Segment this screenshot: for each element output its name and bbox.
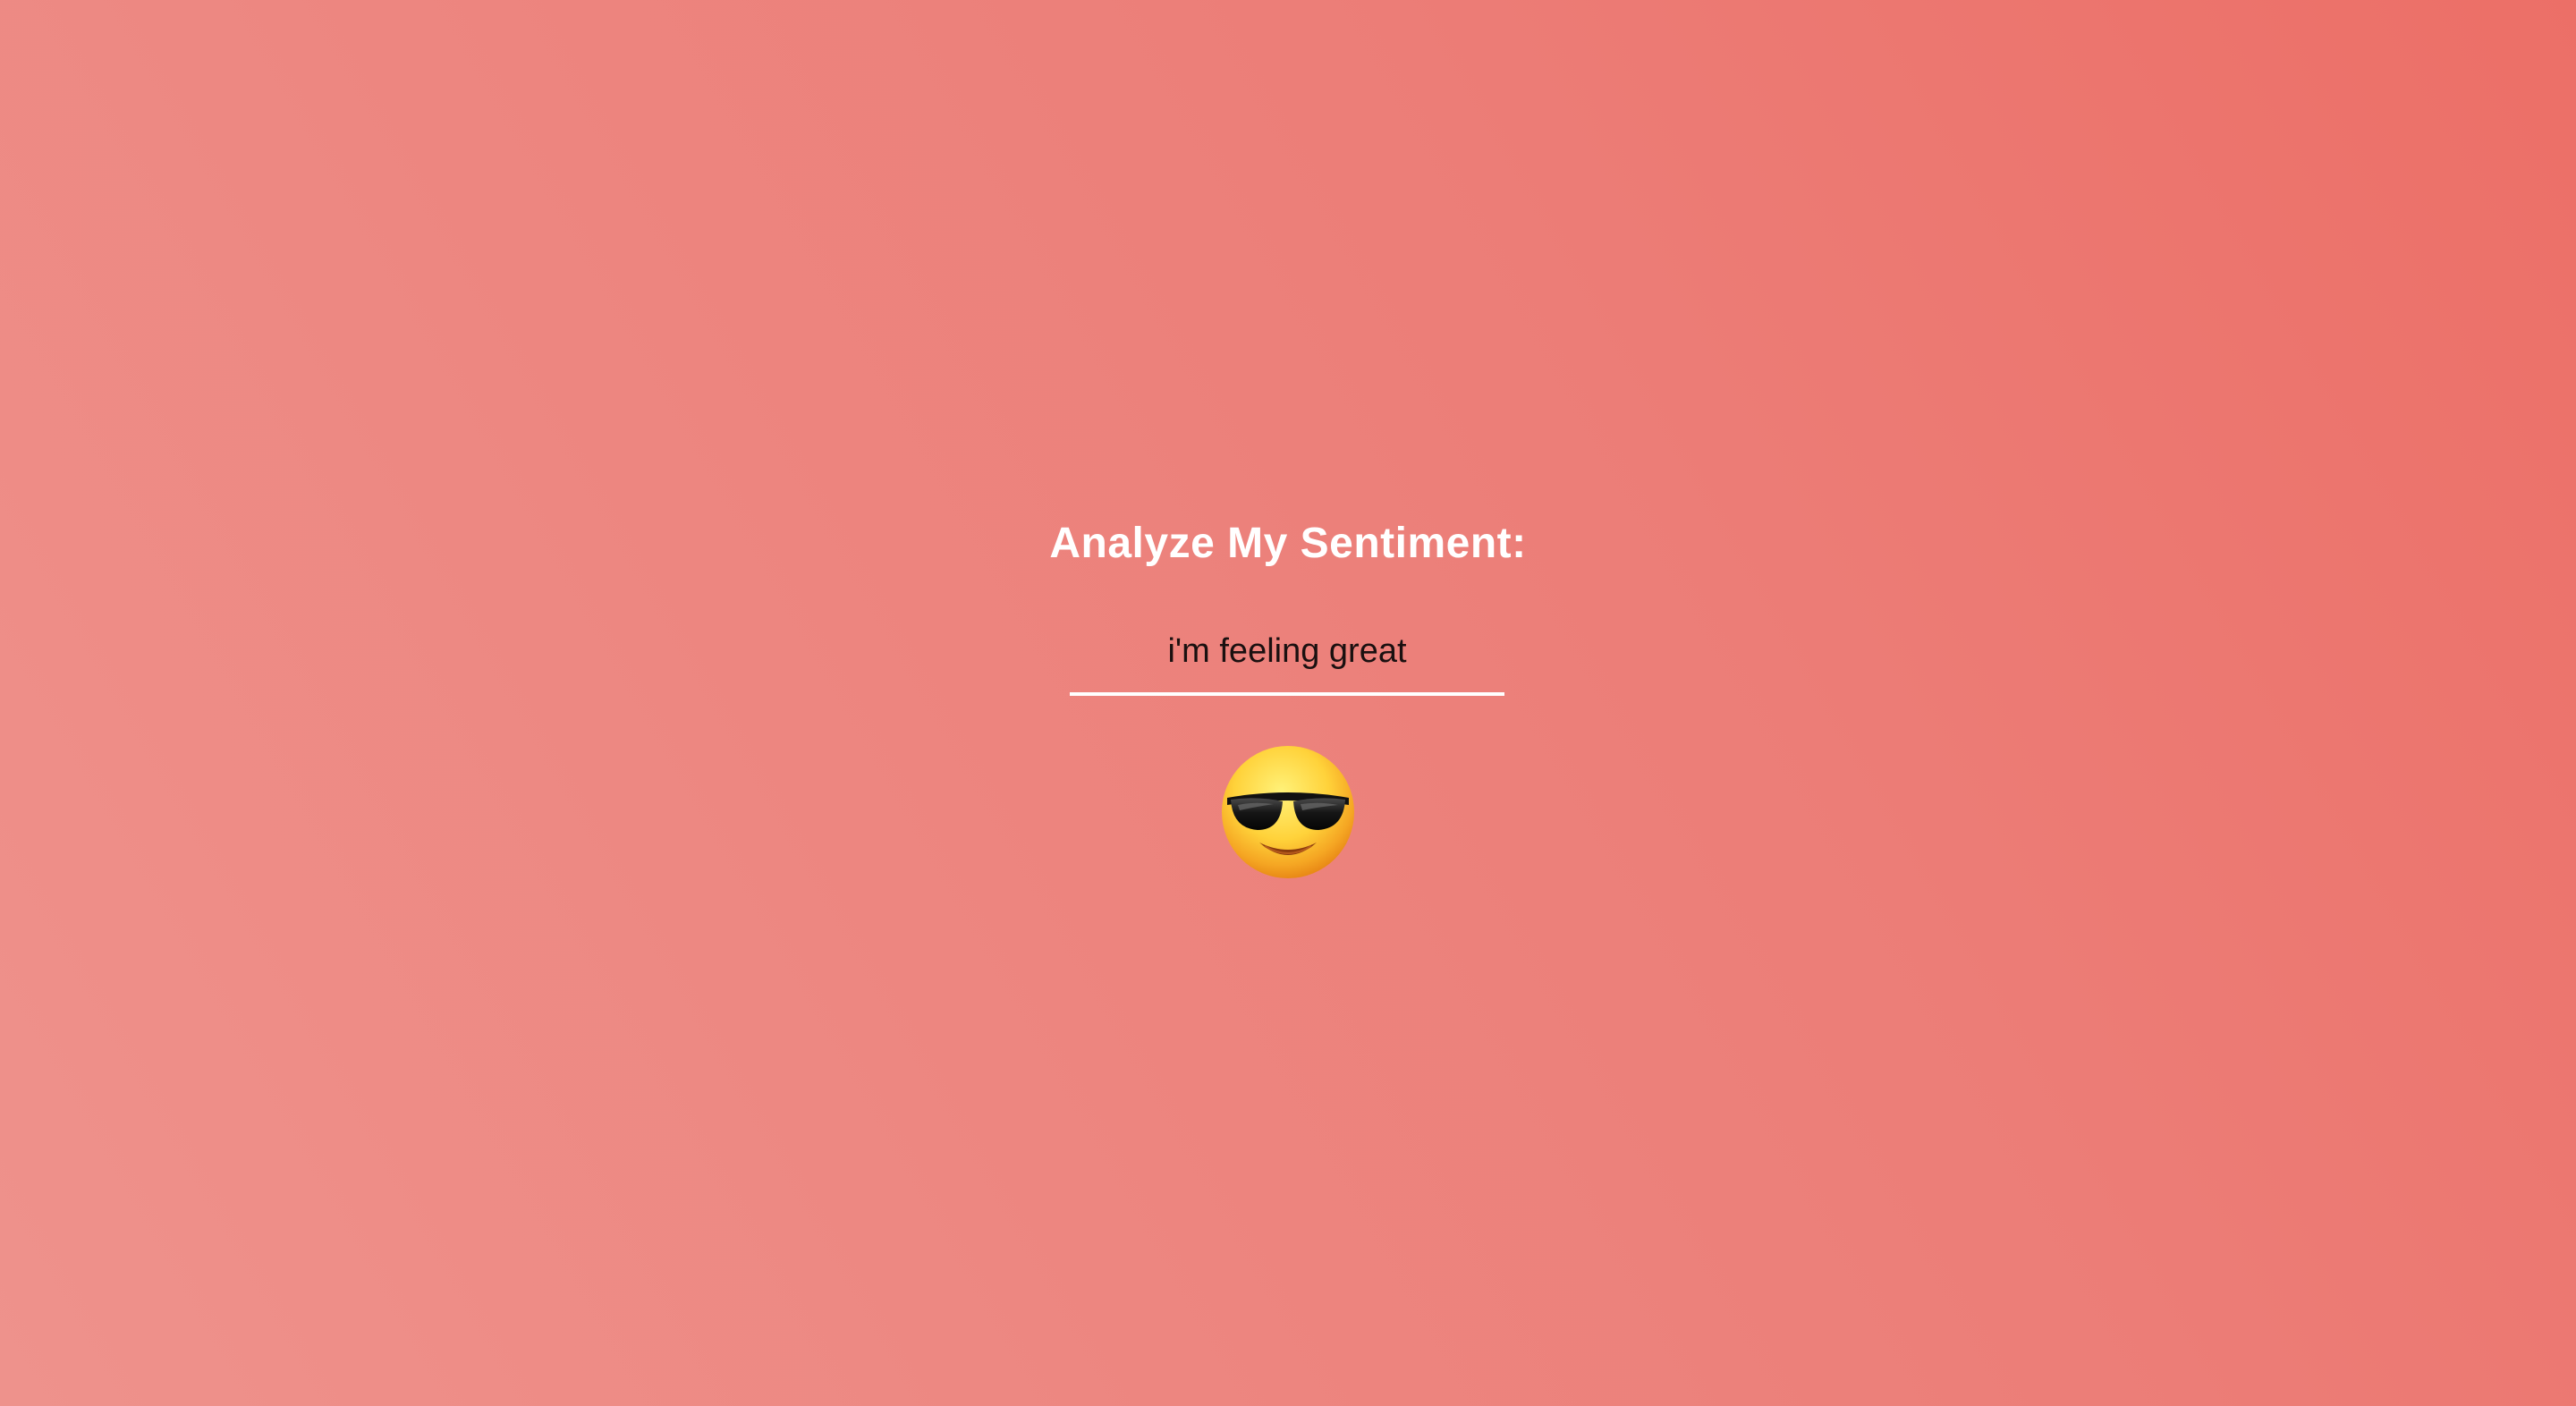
app-container: Analyze My Sentiment:: [0, 0, 2576, 1406]
sentiment-input[interactable]: [1070, 610, 1504, 696]
page-title: Analyze My Sentiment:: [1049, 520, 1527, 567]
smiling-face-with-sunglasses-icon: [1218, 742, 1358, 882]
sentiment-input-wrapper: [1070, 610, 1504, 699]
